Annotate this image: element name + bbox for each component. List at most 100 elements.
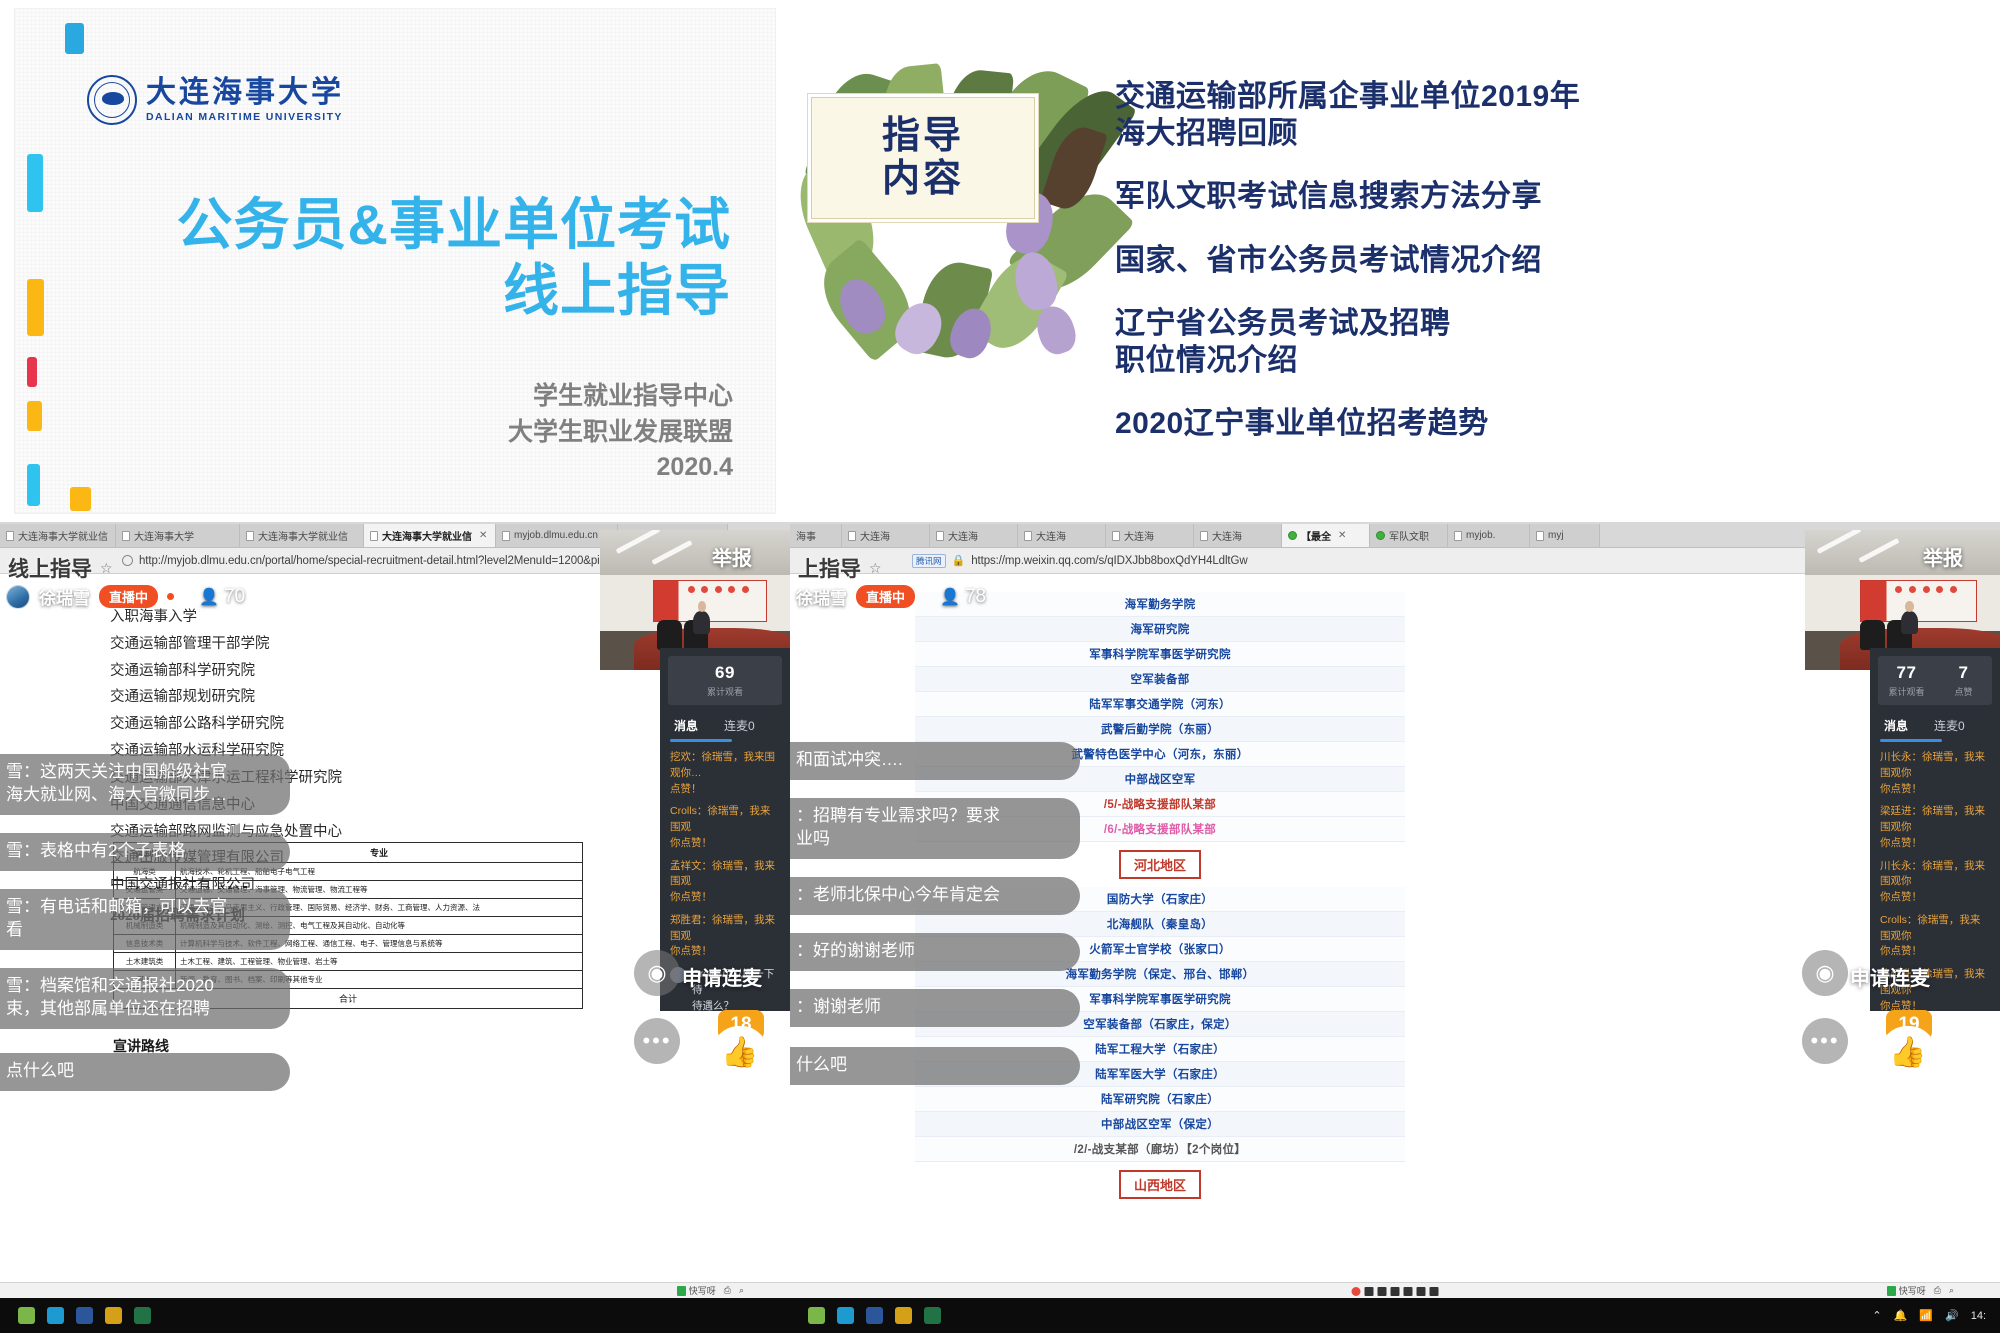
tab-label: 大连海: [1212, 532, 1242, 543]
close-tab-icon[interactable]: ✕: [479, 530, 487, 541]
page-icon: [848, 530, 856, 541]
taskbar-icon-excel[interactable]: [924, 1307, 941, 1324]
chevron-up-icon[interactable]: ⌃: [1872, 1309, 1881, 1322]
university-name-en: DALIAN MARITIME UNIVERSITY: [146, 111, 343, 124]
ime-label: 快写呀: [688, 1286, 716, 1296]
viewer-count: 78: [964, 585, 987, 607]
tab-messages[interactable]: 消息: [674, 717, 698, 734]
browser-tab[interactable]: myj: [1530, 524, 1600, 547]
slide-2-canvas: 指导 内容 交通运输部所属企事业单位2019年 海大招聘回顾 军队文职考试信息搜…: [790, 0, 2000, 522]
statusbar-icon-2[interactable]: ⌕: [739, 1285, 744, 1296]
more-options-icon[interactable]: •••: [634, 1018, 680, 1064]
mic-request-label[interactable]: 申请连麦: [1850, 962, 1930, 991]
tab-mic-queue[interactable]: 连麦0: [1934, 717, 1965, 734]
page-icon: [1454, 530, 1462, 541]
taskbar-icon-folder[interactable]: [105, 1307, 122, 1324]
region-tag: 河北地区: [1118, 850, 1201, 879]
list-item: 中部战区空军（保定）: [915, 1112, 1405, 1137]
video-presenter: [1900, 600, 1919, 634]
tab-mic-queue[interactable]: 连麦0: [724, 717, 755, 734]
taskbar-icon-word[interactable]: [866, 1307, 883, 1324]
mic-request-icon[interactable]: ◉: [634, 950, 680, 996]
browser-tab[interactable]: 大连海: [1106, 524, 1194, 547]
network-icon[interactable]: 📶: [1919, 1309, 1933, 1322]
list-item: /2/-战支某部（廊坊）【2个岗位】: [915, 1137, 1405, 1162]
tab-label: myj: [1548, 530, 1564, 541]
agenda-item: 交通运输部所属企事业单位2019年 海大招聘回顾: [1115, 80, 1581, 151]
live-chat-panel-right: 77 累计观看 7 点赞 消息 连麦0 川长永：徐瑞雪，我来围观你 你点赞！ 梁…: [1870, 648, 2000, 1011]
taskbar-icon-folder[interactable]: [895, 1307, 912, 1324]
accent-mark-1: [65, 23, 84, 54]
list-item: 交通运输部规划研究院: [110, 689, 255, 706]
browser-tab[interactable]: 大连海: [1194, 524, 1282, 547]
browser-tab[interactable]: 大连海: [930, 524, 1018, 547]
agenda-item: 军队文职考试信息搜索方法分享: [1115, 180, 1542, 214]
volume-icon[interactable]: 🔊: [1945, 1309, 1959, 1322]
stat-label: 累计观看: [706, 687, 743, 697]
university-logo: 大连海事大学 DALIAN MARITIME UNIVERSITY: [87, 75, 344, 125]
url-text: http://myjob.dlmu.edu.cn/portal/home/spe…: [139, 554, 671, 567]
thumbs-up-icon[interactable]: 👍: [1880, 1026, 1936, 1080]
globe-icon: [122, 555, 133, 566]
like-button-right[interactable]: 19 👍: [1880, 1010, 1936, 1080]
slide-1-title-line1: 公务员&事业单位考试: [176, 193, 731, 256]
stream-right-root: 海事 大连海 大连海 大连海 大连海 大连海 【最全 ✕ 军队文职 myjob.…: [790, 522, 2000, 1333]
statusbar-icon-1[interactable]: ⎙: [1934, 1285, 1941, 1296]
taskbar-icon-excel[interactable]: [134, 1307, 151, 1324]
thumbs-up-icon[interactable]: 👍: [712, 1026, 768, 1080]
tab-messages[interactable]: 消息: [1884, 717, 1908, 734]
report-button[interactable]: 举报: [712, 542, 752, 571]
university-name-cn: 大连海事大学: [146, 75, 344, 109]
tab-label: 大连海事大学就业信: [382, 532, 472, 543]
slide-1-date: 2020.4: [656, 453, 733, 481]
browser-tab-active[interactable]: 【最全 ✕: [1282, 524, 1370, 547]
browser-tab[interactable]: 大连海事大学就业信: [0, 524, 116, 547]
chat-bubble: 雪：表格中有2个子表格: [0, 832, 290, 871]
browser-tab[interactable]: 军队文职: [1370, 524, 1448, 547]
taskbar-icon-ie[interactable]: [837, 1307, 854, 1324]
taskbar-icon-word[interactable]: [76, 1307, 93, 1324]
bell-icon[interactable]: 🔔: [1894, 1309, 1908, 1322]
like-button-left[interactable]: 18 👍: [712, 1010, 768, 1080]
taskbar-icon-browser[interactable]: [18, 1307, 35, 1324]
wall-banner: [1859, 580, 1977, 623]
ime-status: 快写呀: [1886, 1284, 1926, 1297]
browser-tab[interactable]: 大连海事大学: [116, 524, 240, 547]
accent-mark-4: [27, 357, 37, 387]
ime-toolbar[interactable]: [1351, 1287, 1439, 1296]
stat-value: 7: [1958, 663, 1969, 682]
browser-tab[interactable]: 大连海: [842, 524, 930, 547]
page-icon: [1024, 530, 1032, 541]
browser-tab[interactable]: myjob.: [1448, 524, 1530, 547]
viewer-count: 70: [223, 585, 246, 607]
page-icon: [936, 530, 944, 541]
page-icon: [122, 530, 130, 541]
streamer-bar-left: 徐瑞雪 直播中 👤 70: [6, 584, 245, 609]
chat-message: 孟祥文：徐瑞雪，我来围观 你点赞！: [670, 859, 775, 904]
mic-request-label[interactable]: 申请连麦: [682, 962, 762, 991]
browser-tab-active[interactable]: 大连海事大学就业信 ✕: [364, 524, 496, 547]
slide-1-title-line2: 线上指导: [503, 258, 731, 322]
mic-request-icon[interactable]: ◉: [1802, 950, 1848, 996]
browser-tab[interactable]: 海事: [790, 524, 842, 547]
status-badge: 直播中: [856, 585, 916, 608]
clock[interactable]: 14:: [1971, 1310, 1986, 1322]
accent-mark-3: [27, 279, 44, 336]
close-tab-icon[interactable]: ✕: [1338, 530, 1346, 541]
chat-message: 郑胜君：徐瑞雪，我来围观 你点赞！: [670, 913, 775, 958]
more-options-icon[interactable]: •••: [1802, 1018, 1848, 1064]
chat-bubble: 点什么吧: [0, 1052, 290, 1091]
page-icon: [1112, 530, 1120, 541]
chat-bubbles-right: 和面试冲突…. ：招聘有专业需求吗？要求 业吗 ：老师北保中心今年肯定会 ：好的…: [790, 742, 1090, 1103]
taskbar-icon-ie[interactable]: [47, 1307, 64, 1324]
chat-bubble: ：好的谢谢老师: [790, 932, 1080, 971]
report-button[interactable]: 举报: [1923, 542, 1963, 571]
browser-tab[interactable]: 大连海: [1018, 524, 1106, 547]
statusbar-icon-1[interactable]: ⎙: [724, 1285, 731, 1296]
slide-1-subtitle-line2: 大学生职业发展联盟: [507, 417, 733, 446]
taskbar-icon-browser[interactable]: [808, 1307, 825, 1324]
browser-tab[interactable]: 大连海事大学就业信: [240, 524, 364, 547]
statusbar-icon-2[interactable]: ⌕: [1949, 1285, 1954, 1296]
slide-1-subtitle-line1: 学生就业指导中心: [532, 382, 733, 410]
video-ceiling: [600, 530, 790, 575]
